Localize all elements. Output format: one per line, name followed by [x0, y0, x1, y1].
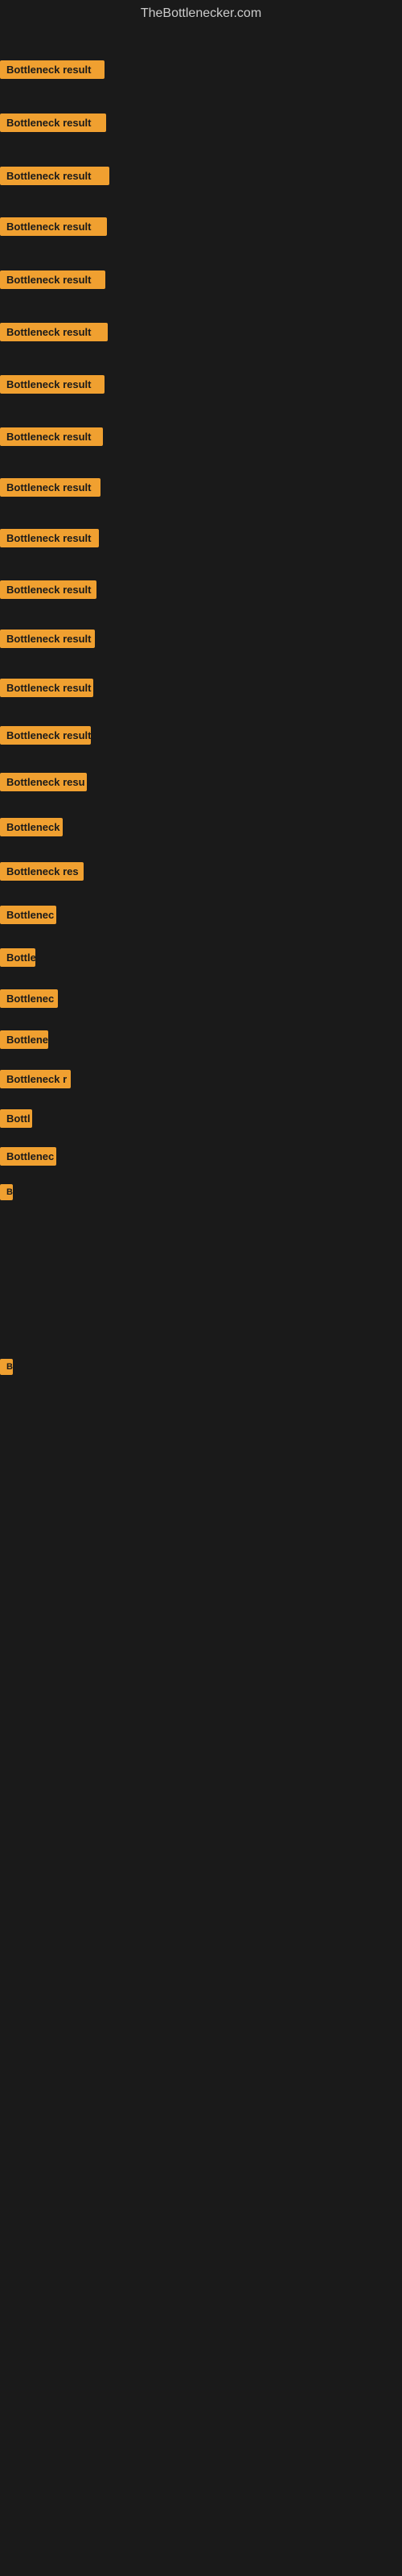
list-item: Bottleneck result [0, 675, 402, 700]
bottleneck-badge-7: Bottleneck result [0, 375, 105, 394]
list-item: Bottleneck r [0, 1067, 402, 1092]
list-item: Bottleneck resu [0, 770, 402, 795]
item-spacer-5 [0, 241, 402, 267]
list-item: Bottlenec [0, 986, 402, 1011]
bottleneck-badge-5: Bottleneck result [0, 270, 105, 289]
list-item: Bottleneck result [0, 475, 402, 500]
item-spacer-15 [0, 749, 402, 770]
list-item: Bottleneck result [0, 626, 402, 651]
item-spacer-7 [0, 346, 402, 372]
bottleneck-badge-9: Bottleneck result [0, 478, 100, 497]
list-item: Bottleneck res [0, 859, 402, 884]
list-item: Bottle [0, 945, 402, 970]
item-spacer-29 [0, 1380, 402, 1433]
item-spacer-27 [0, 1249, 402, 1311]
item-spacer-9 [0, 451, 402, 475]
list-item: Bottleneck result [0, 424, 402, 449]
bottleneck-badge-13: Bottleneck result [0, 679, 93, 697]
list-item: Bottleneck result [0, 57, 402, 82]
list-item: Bottleneck result [0, 214, 402, 239]
bottleneck-badge-16: Bottleneck [0, 818, 63, 836]
bottleneck-badge-21: Bottlene [0, 1030, 48, 1049]
list-item: B [0, 1356, 402, 1378]
list-item: Bottleneck result [0, 320, 402, 345]
bottleneck-badge-4: Bottleneck result [0, 217, 107, 236]
bottleneck-badge-10: Bottleneck result [0, 529, 99, 547]
item-spacer-19 [0, 929, 402, 945]
item-spacer-28 [0, 1311, 402, 1356]
list-item: B [0, 1181, 402, 1203]
list-item: Bottleneck result [0, 723, 402, 748]
item-spacer-4 [0, 190, 402, 214]
list-item: Bottleneck result [0, 163, 402, 188]
item-spacer-2 [0, 84, 402, 110]
item-spacer-24 [0, 1133, 402, 1144]
item-spacer-25 [0, 1170, 402, 1181]
bottleneck-badge-18: Bottlenec [0, 906, 56, 924]
bottleneck-badge-3: Bottleneck result [0, 167, 109, 185]
bottleneck-badge-20: Bottlenec [0, 989, 58, 1008]
item-spacer-16 [0, 796, 402, 815]
item-spacer-22 [0, 1054, 402, 1067]
item-spacer-31 [0, 1477, 402, 1521]
list-item: Bottl [0, 1106, 402, 1131]
bottleneck-badge-22: Bottleneck r [0, 1070, 71, 1088]
list-item: Bottlenec [0, 1144, 402, 1169]
item-spacer-23 [0, 1093, 402, 1105]
list-item: Bottleneck [0, 815, 402, 840]
item-spacer-14 [0, 702, 402, 723]
list-item: Bottleneck result [0, 372, 402, 397]
bottleneck-badge-12: Bottleneck result [0, 630, 95, 648]
bottleneck-badge-23: Bottl [0, 1109, 32, 1128]
item-spacer-17 [0, 841, 402, 859]
item-spacer-21 [0, 1013, 402, 1027]
item-spacer-6 [0, 294, 402, 320]
list-item: Bottleneck result [0, 577, 402, 602]
item-spacer-12 [0, 604, 402, 627]
item-spacer-1 [0, 31, 402, 57]
bottleneck-badge-6: Bottleneck result [0, 323, 108, 341]
bottleneck-badge-28: B [0, 1359, 13, 1375]
item-spacer-11 [0, 552, 402, 576]
bottleneck-badge-8: Bottleneck result [0, 427, 103, 446]
bottleneck-badge-25: B [0, 1184, 13, 1200]
list-item: Bottlene [0, 1027, 402, 1052]
item-spacer-26 [0, 1205, 402, 1249]
bottleneck-badge-15: Bottleneck resu [0, 773, 87, 791]
bottleneck-badge-1: Bottleneck result [0, 60, 105, 79]
item-spacer-8 [0, 398, 402, 424]
list-item: Bottleneck result [0, 110, 402, 135]
item-spacer-10 [0, 502, 402, 526]
item-spacer-3 [0, 137, 402, 163]
item-spacer-30 [0, 1433, 402, 1477]
bottleneck-badge-24: Bottlenec [0, 1147, 56, 1166]
items-container: Bottleneck result Bottleneck result Bottle… [0, 27, 402, 1525]
bottleneck-badge-14: Bottleneck result [0, 726, 91, 745]
site-header: TheBottlenecker.com [0, 0, 402, 27]
bottleneck-badge-19: Bottle [0, 948, 35, 967]
bottleneck-badge-17: Bottleneck res [0, 862, 84, 881]
item-spacer-20 [0, 972, 402, 987]
list-item: Bottleneck result [0, 526, 402, 551]
item-spacer-18 [0, 886, 402, 902]
list-item: Bottleneck result [0, 267, 402, 292]
item-spacer-13 [0, 653, 402, 675]
bottleneck-badge-2: Bottleneck result [0, 114, 106, 132]
bottleneck-badge-11: Bottleneck result [0, 580, 96, 599]
site-title: TheBottlenecker.com [0, 0, 402, 27]
list-item: Bottlenec [0, 902, 402, 927]
